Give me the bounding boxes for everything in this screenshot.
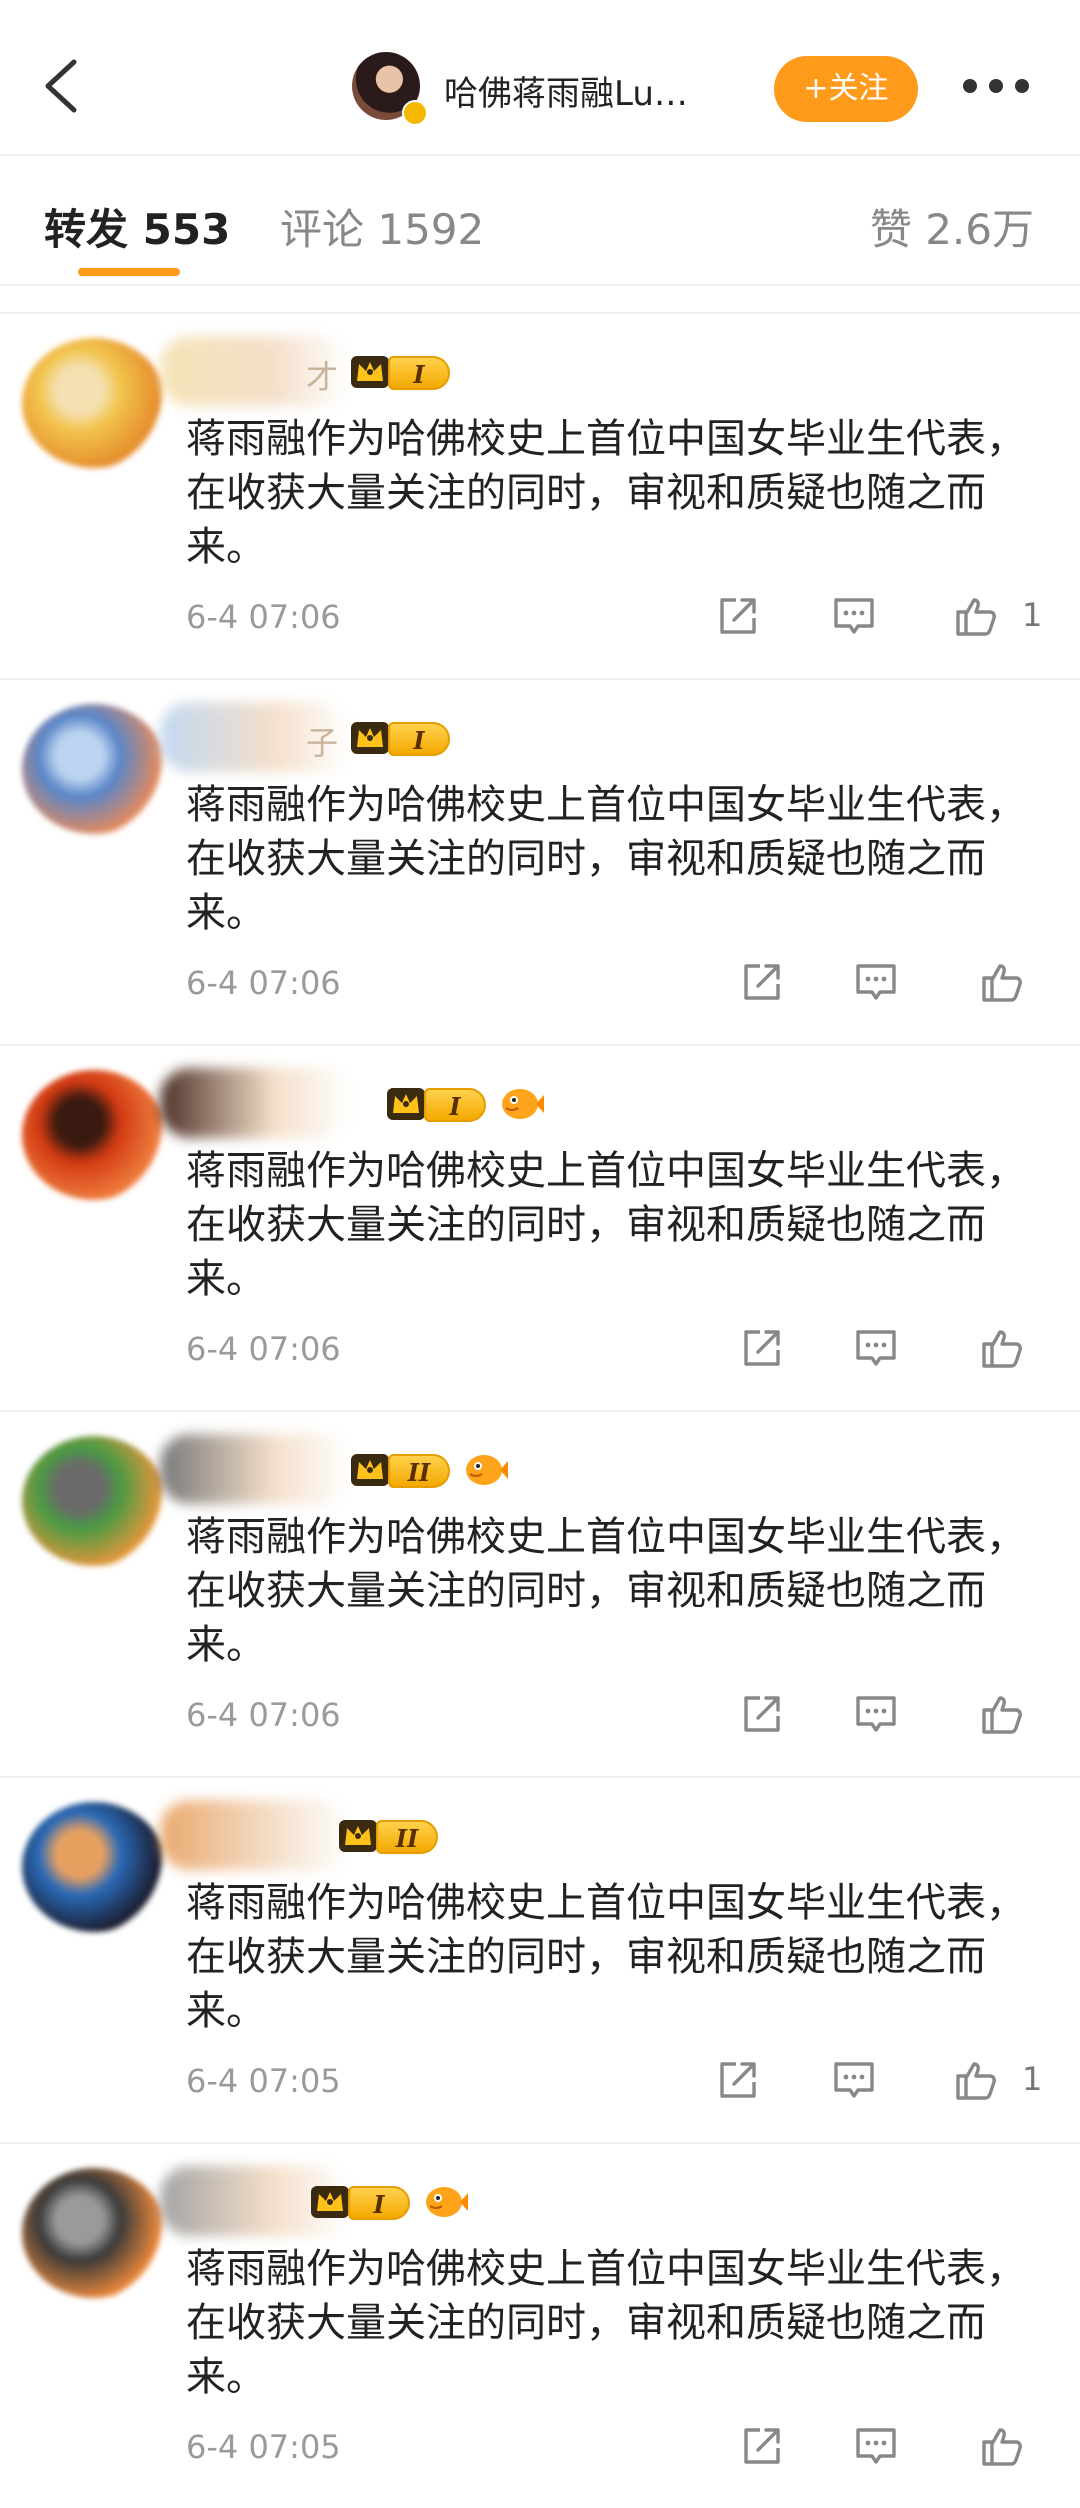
vip-level-badge: I [388,356,450,390]
item-divider [0,1410,1080,1412]
verified-badge-icon [402,100,428,126]
crown-icon [350,1452,390,1488]
vip-level-badge: II [376,1820,438,1854]
repost-text: 蒋雨融作为哈佛校史上首位中国女毕业生代表，在收获大量关注的同时，审视和质疑也随之… [186,1514,1026,1668]
vip-level-badge: I [348,2186,410,2220]
timestamp: 6-4 07:06 [186,964,341,1002]
back-arrow-icon[interactable] [34,56,94,116]
tab-comment[interactable]: 评论 1592 [280,196,484,257]
repost-text: 蒋雨融作为哈佛校史上首位中国女毕业生代表，在收获大量关注的同时，审视和质疑也随之… [186,2246,1026,2400]
crown-icon [350,720,390,756]
tab-repost[interactable]: 转发 553 [44,196,230,257]
share-icon[interactable] [738,1324,786,1372]
user-avatar[interactable] [22,1070,166,1200]
like-count: 1 [1022,596,1043,634]
user-avatar[interactable] [22,704,166,834]
vip-level-badge: I [424,1088,486,1122]
like-icon[interactable] [978,1690,1026,1738]
user-avatar[interactable] [22,338,166,468]
comment-icon[interactable] [852,1690,900,1738]
comment-icon[interactable] [830,2056,878,2104]
timestamp: 6-4 07:06 [186,598,341,636]
repost-item[interactable]: II 蒋雨融作为哈佛校史上首位中国女毕业生代表，在收获大量关注的同时，审视和质疑也… [0,1776,1080,2142]
crown-icon [338,1818,378,1854]
tab-bar: 转发 553 评论 1592 赞 2.6万 [0,176,1080,282]
repost-item[interactable]: II 蒋雨融作为哈佛校史上首位中国女毕业生代表，在收获大量关注的同时，审视和质疑也… [0,1410,1080,1776]
active-tab-indicator [78,268,180,276]
user-name-blurred[interactable] [160,1800,350,1870]
like-icon[interactable] [952,592,1000,640]
crown-icon [350,354,390,390]
share-icon[interactable] [738,1690,786,1738]
repost-item[interactable]: 子 I 蒋雨融作为哈佛校史上首位中国女毕业生代表，在收获大量关注的同时，审视和质疑也… [0,678,1080,1044]
share-icon[interactable] [714,2056,762,2104]
comment-icon[interactable] [852,2422,900,2470]
repost-text: 蒋雨融作为哈佛校史上首位中国女毕业生代表，在收获大量关注的同时，审视和质疑也随之… [186,1880,1026,2034]
comment-icon[interactable] [852,958,900,1006]
vip-level-badge: I [388,722,450,756]
user-avatar[interactable] [22,1436,166,1566]
crown-icon [310,2184,350,2220]
user-avatar[interactable] [22,2168,166,2298]
item-divider [0,2142,1080,2144]
repost-text: 蒋雨融作为哈佛校史上首位中国女毕业生代表，在收获大量关注的同时，审视和质疑也随之… [186,782,1026,936]
like-count: 1 [1022,2060,1043,2098]
comment-icon[interactable] [852,1324,900,1372]
header-divider [0,154,1080,156]
tab-like[interactable]: 赞 2.6万 [870,196,1034,257]
item-divider [0,678,1080,680]
like-icon[interactable] [952,2056,1000,2104]
share-icon[interactable] [738,958,786,1006]
user-name-blurred[interactable] [160,1068,350,1138]
repost-item[interactable]: I 蒋雨融作为哈佛校史上首位中国女毕业生代表，在收获大量关注的同时，审视和质疑也随… [0,1044,1080,1410]
user-name-suffix[interactable]: 才 [306,352,338,398]
tabs-divider [0,284,1080,286]
like-icon[interactable] [978,2422,1026,2470]
repost-text: 蒋雨融作为哈佛校史上首位中国女毕业生代表，在收获大量关注的同时，审视和质疑也随之… [186,416,1026,570]
fish-badge-icon [498,1084,544,1124]
timestamp: 6-4 07:05 [186,2062,341,2100]
repost-item[interactable]: 才 I 蒋雨融作为哈佛校史上首位中国女毕业生代表，在收获大量关注的同时，审视和质疑也… [0,312,1080,678]
timestamp: 6-4 07:05 [186,2428,341,2466]
item-divider [0,1776,1080,1778]
profile-name[interactable]: 哈佛蒋雨融Lu… [444,66,688,115]
more-options-icon[interactable] [960,72,1032,100]
user-avatar[interactable] [22,1802,166,1932]
item-divider [0,1044,1080,1046]
user-name-blurred[interactable] [160,1434,350,1504]
share-icon[interactable] [714,592,762,640]
repost-item[interactable]: I 蒋雨融作为哈佛校史上首位中国女毕业生代表，在收获大量关注的同时，审视和质疑也随… [0,2142,1080,2508]
timestamp: 6-4 07:06 [186,1696,341,1734]
timestamp: 6-4 07:06 [186,1330,341,1368]
user-name-suffix[interactable]: 子 [306,718,338,764]
fish-badge-icon [422,2182,468,2222]
item-divider [0,312,1080,314]
repost-text: 蒋雨融作为哈佛校史上首位中国女毕业生代表，在收获大量关注的同时，审视和质疑也随之… [186,1148,1026,1302]
share-icon[interactable] [738,2422,786,2470]
fish-badge-icon [462,1450,508,1490]
follow-button[interactable]: +关注 [774,56,918,122]
vip-level-badge: II [388,1454,450,1488]
crown-icon [386,1086,426,1122]
top-bar: 哈佛蒋雨融Lu… +关注 [0,0,1080,176]
comment-icon[interactable] [830,592,878,640]
like-icon[interactable] [978,958,1026,1006]
like-icon[interactable] [978,1324,1026,1372]
